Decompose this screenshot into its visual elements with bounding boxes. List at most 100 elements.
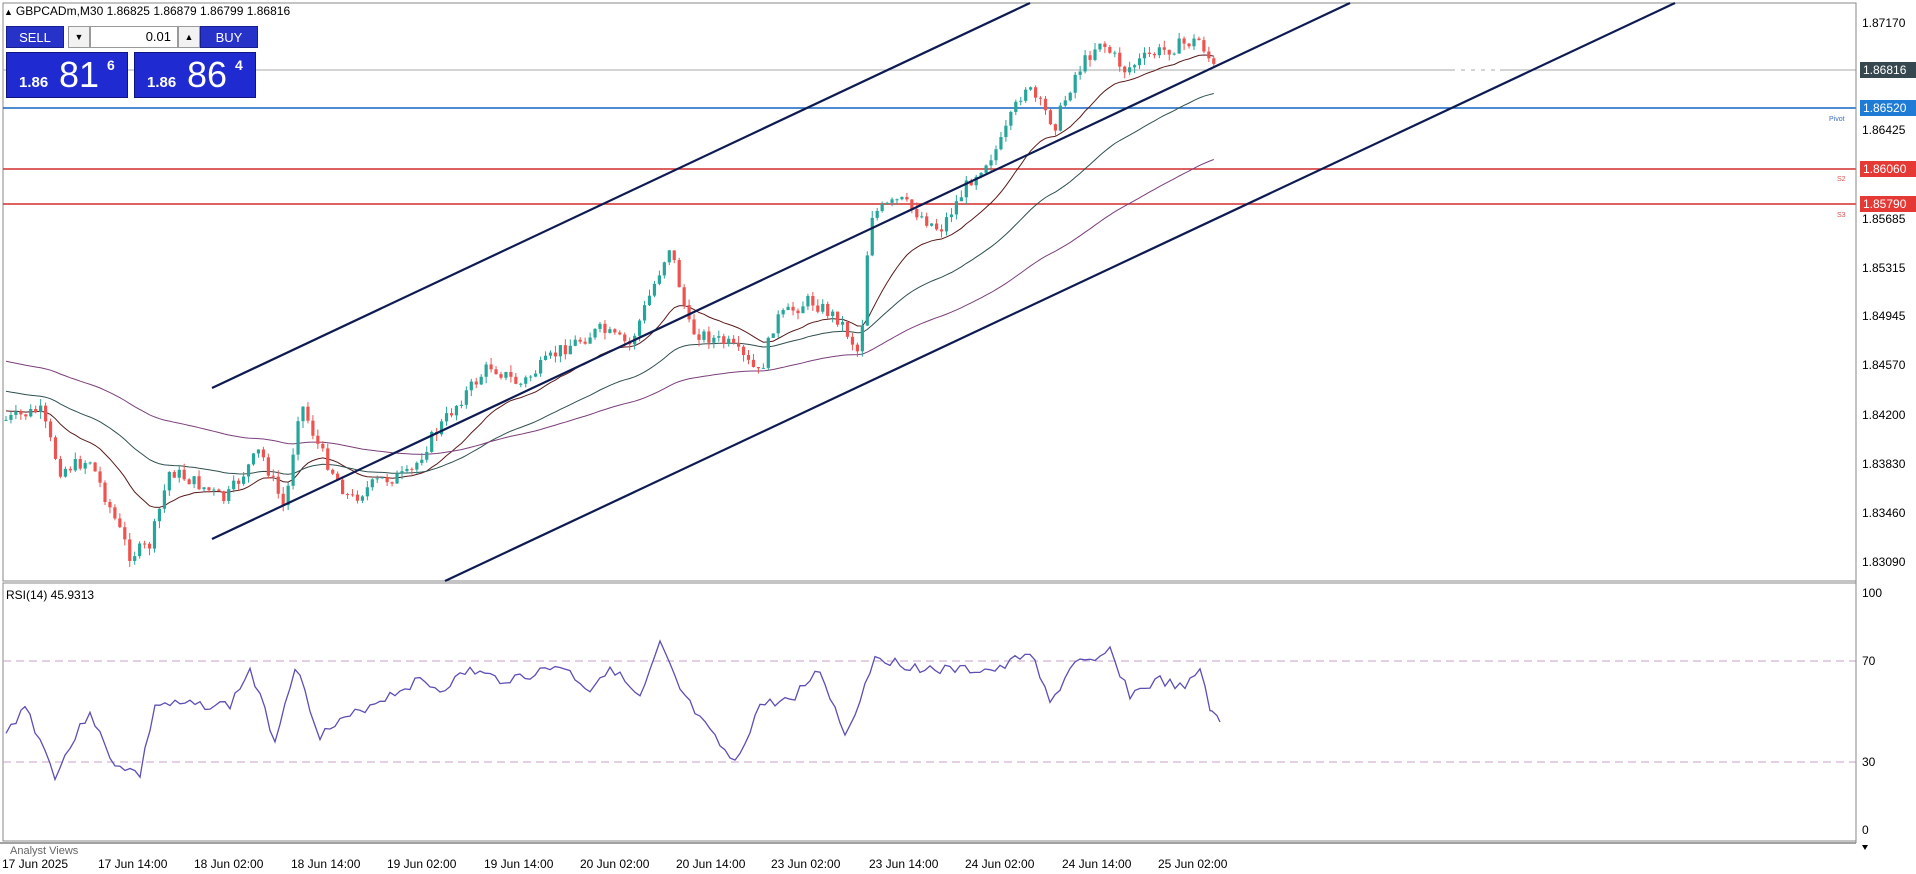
candle-body: [618, 332, 622, 335]
price-tick: 1.84200: [1862, 408, 1906, 422]
candle-body: [1118, 52, 1122, 67]
candle-body: [237, 480, 241, 484]
candle-body: [187, 479, 191, 485]
candle-body: [840, 321, 845, 325]
candle-body: [638, 320, 642, 336]
candle-body: [83, 463, 87, 469]
pivot-label: Pivot: [1829, 116, 1845, 123]
candle-body: [860, 325, 864, 352]
candle-body: [489, 364, 493, 370]
candle-body: [138, 543, 142, 557]
candle-body: [875, 210, 879, 218]
candle-body: [514, 376, 518, 384]
candle-body: [494, 369, 498, 375]
candle-body: [548, 352, 553, 356]
candle-body: [53, 437, 58, 459]
candle-body: [217, 489, 221, 492]
candle-body: [915, 209, 919, 218]
candle-body: [880, 204, 884, 211]
candle-body: [1152, 53, 1156, 56]
candle-body: [999, 137, 1003, 150]
time-tick: 20 Jun 14:00: [676, 857, 746, 871]
buy-button[interactable]: BUY: [200, 26, 258, 48]
candle-body: [1014, 101, 1018, 113]
candle-body: [316, 435, 320, 444]
candle-body: [1187, 43, 1191, 47]
candle-body: [410, 468, 414, 470]
candle-body: [558, 345, 562, 357]
bid-price-box[interactable]: 1.86 81 6: [6, 52, 128, 98]
candle-body: [905, 196, 909, 200]
lot-decrease-button[interactable]: ▼: [68, 26, 90, 48]
candle-body: [687, 305, 691, 320]
candle-body: [449, 413, 454, 416]
candle-body: [1019, 100, 1023, 102]
candle-body: [73, 459, 77, 471]
candle-body: [573, 339, 577, 346]
price-tick: 1.86425: [1862, 123, 1906, 137]
candle-body: [420, 459, 424, 463]
ask-price-box[interactable]: 1.86 86 4: [134, 52, 256, 98]
candle-body: [306, 406, 310, 421]
candle-body: [355, 494, 360, 501]
candle-body: [1058, 105, 1062, 131]
candle-body: [1053, 124, 1057, 131]
candle-body: [524, 377, 528, 384]
price-tick: 1.83460: [1862, 506, 1906, 520]
bid-prefix: 1.86: [19, 74, 49, 91]
candle-body: [1024, 89, 1028, 101]
candle-body: [727, 338, 731, 344]
candle-body: [113, 507, 117, 519]
candle-body: [865, 255, 869, 326]
candle-body: [806, 296, 810, 307]
candle-body: [182, 469, 186, 480]
chevron-down-icon: ▼: [74, 32, 84, 42]
candle-body: [484, 364, 488, 377]
candle-body: [801, 306, 805, 314]
candle-body: [1078, 71, 1082, 75]
candle-body: [331, 469, 335, 474]
candle-body: [944, 217, 949, 232]
chart-canvas[interactable]: [0, 0, 1916, 874]
candle-body: [811, 296, 815, 306]
candle-body: [845, 321, 850, 337]
time-tick: 18 Jun 14:00: [291, 857, 361, 871]
price-tick: 1.85315: [1862, 261, 1906, 275]
candle-body: [58, 458, 63, 477]
candle-body: [1172, 53, 1176, 55]
candle-body: [177, 469, 181, 478]
candle-body: [534, 373, 538, 377]
candle-body: [167, 472, 171, 491]
candle-body: [836, 311, 840, 325]
time-tick: 25 Jun 02:00: [1158, 857, 1228, 871]
price-tick: 1.84945: [1862, 309, 1906, 323]
candle-body: [910, 199, 914, 210]
candle-body: [474, 381, 478, 385]
sell-button[interactable]: SELL: [6, 26, 64, 48]
candle-body: [657, 275, 661, 284]
price-tick: 1.84570: [1862, 358, 1906, 372]
candle-body: [855, 344, 859, 352]
lot-size-input[interactable]: 0.01: [90, 26, 178, 48]
candle-body: [831, 311, 835, 316]
chevron-up-icon: ▲: [184, 32, 194, 42]
candle-body: [603, 323, 607, 333]
candle-body: [415, 462, 419, 470]
candle-body: [885, 202, 889, 205]
time-tick: 17 Jun 14:00: [98, 857, 168, 871]
price-tick: 1.87170: [1862, 16, 1906, 30]
candle-body: [39, 405, 43, 413]
analyst-views-label[interactable]: Analyst Views: [10, 845, 78, 857]
candle-body: [925, 216, 929, 226]
candle-body: [539, 359, 543, 374]
candle-body: [19, 411, 23, 415]
candle-body: [246, 464, 251, 477]
candle-body: [771, 333, 775, 338]
candle-body: [192, 476, 196, 485]
candle-body: [1048, 110, 1053, 125]
candle-body: [152, 521, 157, 549]
lot-increase-button[interactable]: ▲: [178, 26, 200, 48]
price-tick: 1.83090: [1862, 555, 1906, 569]
candle-body: [172, 472, 176, 478]
candle-body: [360, 496, 364, 501]
